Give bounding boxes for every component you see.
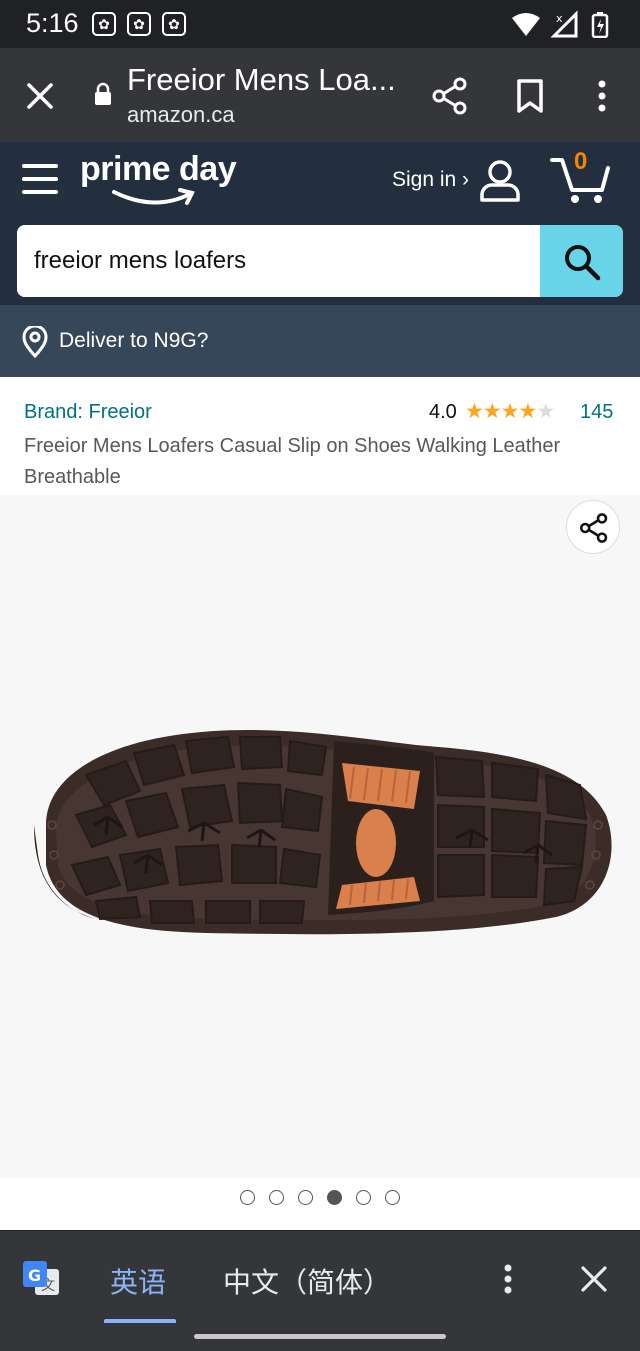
star-icon: ★ [465,400,484,423]
page-url[interactable]: amazon.ca [127,102,235,128]
share-button[interactable] [566,500,620,554]
more-vert-icon[interactable] [582,76,622,116]
battery-icon [591,12,609,38]
close-icon[interactable] [22,78,58,114]
brand-link[interactable]: Brand: Freeior [24,401,152,424]
user-account-icon[interactable] [478,158,522,202]
more-vert-icon[interactable] [498,1261,518,1297]
translate-bar: 文 G 英语 中文（简体） [0,1231,640,1351]
bookmark-icon[interactable] [510,76,550,116]
hamburger-menu-icon[interactable] [22,164,58,194]
smile-arrow-logo-mark [112,188,195,205]
search-icon [565,245,601,281]
product-image-shoe-sole[interactable] [16,705,624,945]
search-button[interactable] [540,225,623,297]
rating-value: 4.0 [429,401,457,423]
browser-toolbar: Freeior Mens Loa... amazon.ca [0,48,640,142]
star-icon: ★ [500,400,520,423]
location-pin-icon [22,326,48,358]
search-input[interactable] [17,225,540,297]
star-icon: ★ [536,400,555,423]
system-status-icons: x [512,10,609,38]
tab-target-language[interactable]: 中文（简体） [223,1261,391,1301]
status-bar: 5:16 ✿ ✿ ✿ x [0,0,640,48]
site-header: prime day Sign in › 0 [0,142,640,305]
share-icon [579,513,608,543]
carousel-dot[interactable] [356,1190,371,1205]
active-tab-indicator [104,1319,176,1323]
deliver-to-bar[interactable]: Deliver to N9G? [0,305,640,377]
carousel-dot[interactable] [327,1190,342,1205]
svg-text:G: G [28,1266,41,1285]
paw-icon: ✿ [162,12,186,36]
share-icon[interactable] [430,76,470,116]
star-icon: ★ [518,400,537,423]
product-section: Brand: Freeior 4.0 ★★★★★ 145 Freeior Men… [0,377,640,1230]
deliver-to-label[interactable]: Deliver to N9G? [59,329,208,353]
star-icon: ★ [482,400,502,423]
svg-text:x: x [556,12,563,25]
paw-icon: ✿ [127,12,151,36]
wifi-icon [512,13,540,36]
close-icon[interactable] [578,1263,610,1295]
carousel-dot[interactable] [240,1190,255,1205]
google-translate-icon: 文 G [23,1261,59,1295]
product-image-carousel[interactable] [0,495,640,1178]
page-title[interactable]: Freeior Mens Loa... [127,62,396,98]
gesture-home-bar[interactable] [194,1334,446,1339]
product-title: Freeior Mens Loafers Casual Slip on Shoe… [24,435,561,488]
status-time: 5:16 [26,8,79,38]
carousel-dot[interactable] [385,1190,400,1205]
sign-in-link[interactable]: Sign in › [392,168,469,192]
search-bar [17,225,623,297]
cart-count-badge[interactable]: 0 [574,148,587,176]
carousel-dot[interactable] [269,1190,284,1205]
carousel-pagination[interactable] [0,1190,640,1210]
rating-stars[interactable]: ★★★★★ [465,399,555,424]
rating-count-link[interactable]: 145 [580,401,613,424]
paw-icon: ✿ [92,12,116,36]
lock-icon [95,82,111,105]
carousel-dot[interactable] [298,1190,313,1205]
prime-day-logo[interactable]: prime day [80,150,237,189]
tab-source-language[interactable]: 英语 [110,1261,166,1301]
